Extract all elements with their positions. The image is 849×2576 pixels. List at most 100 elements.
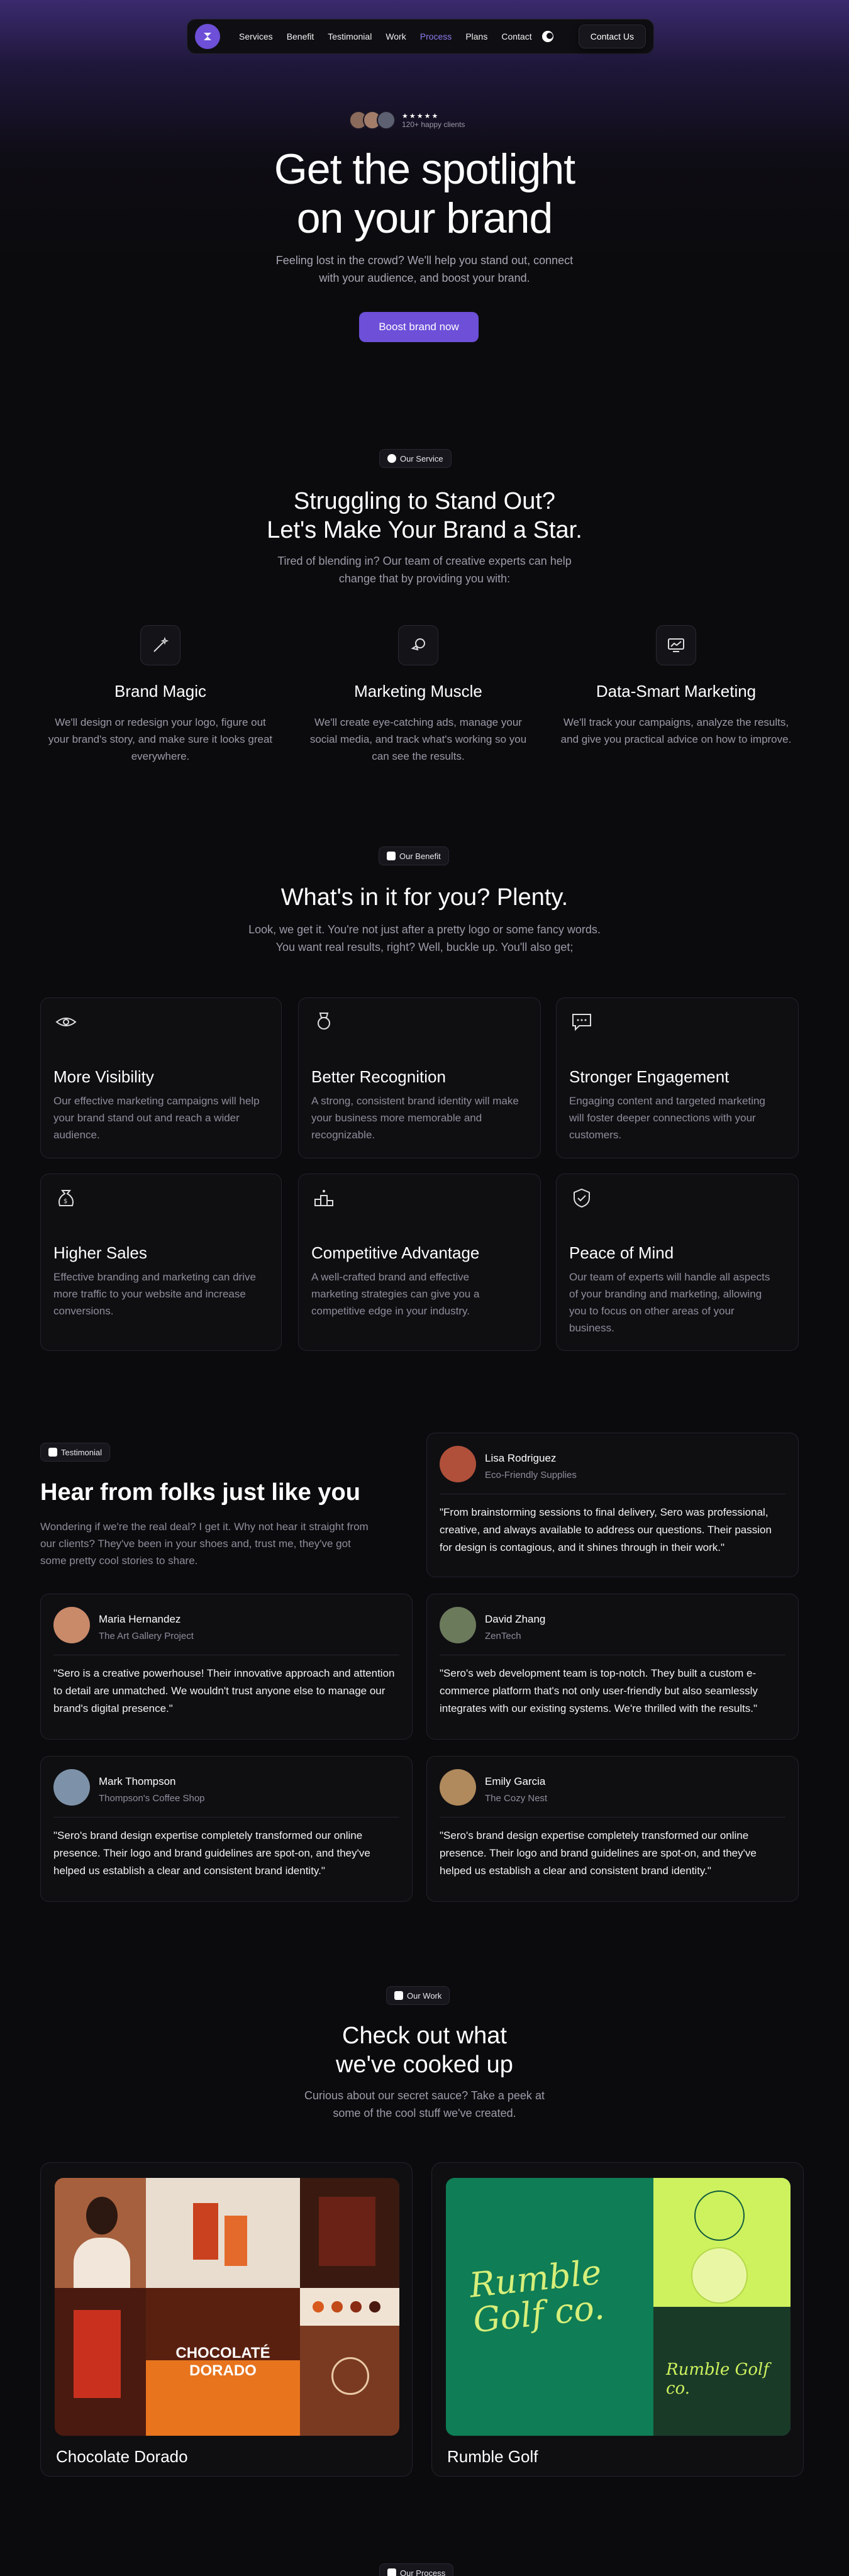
cooking-pot-icon	[394, 1991, 403, 2000]
benefit-title: Peace of Mind	[569, 1243, 674, 1262]
testimonial-company: ZenTech	[485, 1631, 521, 1641]
avatar	[440, 1769, 476, 1806]
testimonial-name: Mark Thompson	[99, 1775, 176, 1787]
podium-icon	[314, 1190, 333, 1206]
testimonial-card: David Zhang ZenTech "Sero's web developm…	[426, 1594, 799, 1740]
service-desc: We'll design or redesign your logo, figu…	[48, 716, 273, 762]
services-title: Struggling to Stand Out? Let's Make Your …	[267, 488, 582, 543]
divider	[440, 1817, 785, 1818]
gift-icon	[387, 852, 396, 860]
money-bag-icon: $	[58, 1190, 74, 1206]
work-badge: Our Work	[386, 1986, 450, 2005]
social-proof: ★★★★★ 120+ happy clients	[349, 111, 465, 130]
client-avatars	[349, 111, 396, 130]
hero-title: Get the spotlight on your brand	[274, 145, 575, 242]
service-desc: We'll create eye-catching ads, manage yo…	[309, 716, 527, 762]
testimonial-card: Maria Hernandez The Art Gallery Project …	[40, 1594, 413, 1740]
service-title: Brand Magic	[114, 682, 206, 701]
shield-check-icon	[574, 1188, 590, 1208]
testimonial-company: Thompson's Coffee Shop	[99, 1793, 205, 1804]
happy-clients-count: 120+ happy clients	[402, 119, 465, 129]
nav-link-work[interactable]: Work	[386, 31, 406, 42]
chocolate-dorado-preview-image: CHOCOLATÉ DORADO	[55, 2178, 399, 2436]
nav-link-services[interactable]: Services	[239, 31, 273, 42]
service-marketing-muscle: Marketing Muscle We'll create eye-catchi…	[302, 625, 535, 765]
testimonial-quote: "Sero's brand design expertise completel…	[440, 1829, 757, 1877]
divider	[53, 1817, 399, 1818]
benefit-desc: A strong, consistent brand identity will…	[311, 1095, 519, 1141]
avatar	[377, 111, 396, 130]
service-brand-magic: Brand Magic We'll design or redesign you…	[44, 625, 277, 765]
testimonial-company: The Art Gallery Project	[99, 1631, 194, 1641]
sparkle-icon	[387, 454, 396, 463]
service-data-smart: Data-Smart Marketing We'll track your ca…	[560, 625, 792, 748]
benefit-desc: A well-crafted brand and effective marke…	[311, 1271, 480, 1317]
testimonial-name: Lisa Rodriguez	[485, 1452, 557, 1464]
eye-icon	[55, 1018, 77, 1026]
testimonial-name: Emily Garcia	[485, 1775, 546, 1787]
testimonial-quote: "Sero's web development team is top-notc…	[440, 1667, 758, 1714]
benefit-card-sales: $ Higher Sales Effective branding and ma…	[40, 1174, 282, 1351]
chocolate-dorado-wordmark: CHOCOLATÉ DORADO	[175, 2345, 270, 2379]
benefits-title: What's in it for you? Plenty.	[280, 884, 569, 911]
testimonial-badge: Testimonial	[40, 1443, 111, 1462]
benefits-subtitle: Look, we get it. You're not just after a…	[248, 923, 601, 953]
benefit-title: More Visibility	[53, 1067, 154, 1086]
testimonial-card: Lisa Rodriguez Eco-Friendly Supplies "Fr…	[426, 1433, 799, 1577]
benefit-card-engagement: Stronger Engagement Engaging content and…	[556, 997, 799, 1158]
chat-bubble-icon	[572, 1014, 591, 1031]
benefit-title: Better Recognition	[311, 1067, 446, 1086]
testimonials-subtitle: Wondering if we're the real deal? I get …	[40, 1521, 369, 1567]
avatar	[53, 1769, 90, 1806]
benefit-desc: Engaging content and targeted marketing …	[569, 1095, 765, 1141]
nav-link-process[interactable]: Process	[420, 31, 452, 42]
process-icon	[387, 2568, 396, 2576]
testimonial-quote: "From brainstorming sessions to final de…	[440, 1506, 772, 1553]
testimonial-quote: "Sero is a creative powerhouse! Their in…	[53, 1667, 395, 1714]
nav-link-contact[interactable]: Contact	[501, 31, 531, 42]
testimonial-card: Emily Garcia The Cozy Nest "Sero's brand…	[426, 1756, 799, 1902]
work-card-chocolate-dorado[interactable]: CHOCOLATÉ DORADO Chocolate Dorado	[40, 2162, 413, 2477]
benefit-desc: Our team of experts will handle all aspe…	[569, 1271, 770, 1334]
testimonials-title: Hear from folks just like you	[40, 1479, 360, 1506]
benefit-card-peace: Peace of Mind Our team of experts will h…	[556, 1174, 799, 1351]
service-desc: We'll track your campaigns, analyze the …	[560, 716, 792, 745]
avatar	[440, 1446, 476, 1482]
testimonial-name: Maria Hernandez	[99, 1613, 181, 1625]
services-subtitle: Tired of blending in? Our team of creati…	[277, 555, 572, 585]
work-title-label: Rumble Golf	[447, 2447, 538, 2466]
service-title: Data-Smart Marketing	[596, 682, 757, 701]
contact-us-button[interactable]: Contact Us	[578, 25, 646, 48]
brand-logo[interactable]	[195, 24, 220, 49]
benefit-title: Competitive Advantage	[311, 1243, 480, 1262]
megaphone-icon	[398, 625, 438, 665]
testimonial-company: The Cozy Nest	[485, 1793, 548, 1804]
work-title: Check out what we've cooked up	[336, 2023, 513, 2078]
service-title: Marketing Muscle	[354, 682, 482, 701]
benefit-card-advantage: Competitive Advantage A well-crafted bra…	[298, 1174, 541, 1351]
benefit-desc: Our effective marketing campaigns will h…	[53, 1095, 260, 1141]
testimonial-card: Mark Thompson Thompson's Coffee Shop "Se…	[40, 1756, 413, 1902]
work-card-rumble-golf[interactable]: Rumble Golf co. Rumble Golf co. Rumble G…	[431, 2162, 804, 2477]
testimonial-company: Eco-Friendly Supplies	[485, 1470, 577, 1480]
nav-link-plans[interactable]: Plans	[465, 31, 487, 42]
avatar	[440, 1607, 476, 1643]
services-badge: Our Service	[379, 449, 452, 468]
benefit-card-recognition: Better Recognition A strong, consistent …	[298, 997, 541, 1158]
benefit-desc: Effective branding and marketing can dri…	[53, 1271, 256, 1317]
avatar	[53, 1607, 90, 1643]
benefit-card-visibility: More Visibility Our effective marketing …	[40, 997, 282, 1158]
analytics-chart-icon	[656, 625, 696, 665]
testimonial-quote: "Sero's brand design expertise completel…	[53, 1829, 370, 1877]
nav-link-testimonial[interactable]: Testimonial	[328, 31, 372, 42]
hero-subtitle: Feeling lost in the crowd? We'll help yo…	[275, 254, 574, 284]
nav-link-benefit[interactable]: Benefit	[287, 31, 314, 42]
testimonial-name: David Zhang	[485, 1613, 546, 1625]
benefit-title: Stronger Engagement	[569, 1067, 730, 1086]
theme-toggle-icon[interactable]	[541, 31, 553, 42]
work-subtitle: Curious about our secret sauce? Take a p…	[304, 2089, 545, 2119]
boost-brand-button[interactable]: Boost brand now	[359, 312, 479, 342]
svg-text:$: $	[64, 1198, 67, 1205]
rating-stars: ★★★★★	[402, 112, 440, 120]
work-title-label: Chocolate Dorado	[56, 2447, 188, 2466]
